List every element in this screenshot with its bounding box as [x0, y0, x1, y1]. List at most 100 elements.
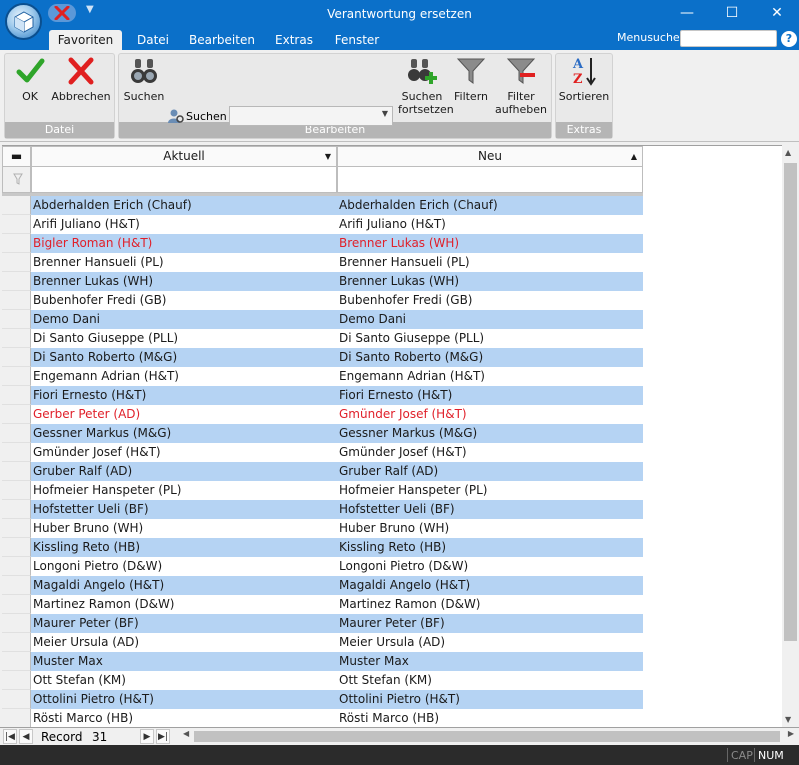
column-header-neu[interactable]: Neu ▲ — [337, 146, 643, 167]
cell-neu[interactable]: Ottolini Pietro (H&T) — [337, 690, 643, 709]
table-row[interactable]: Martinez Ramon (D&W) Martinez Ramon (D&W) — [2, 595, 643, 614]
row-selector[interactable] — [2, 538, 31, 557]
table-row[interactable]: Magaldi Angelo (H&T) Magaldi Angelo (H&T) — [2, 576, 643, 595]
cell-aktuell[interactable]: Demo Dani — [31, 310, 337, 329]
column-header-aktuell[interactable]: Aktuell ▼ — [31, 146, 337, 167]
cell-neu[interactable]: Muster Max — [337, 652, 643, 671]
filter-aufheben-button[interactable]: Filter aufheben — [493, 56, 549, 116]
table-row[interactable]: Gruber Ralf (AD) Gruber Ralf (AD) — [2, 462, 643, 481]
row-selector[interactable] — [2, 443, 31, 462]
cell-aktuell[interactable]: Fiori Ernesto (H&T) — [31, 386, 337, 405]
row-selector[interactable] — [2, 633, 31, 652]
cell-aktuell[interactable]: Arifi Juliano (H&T) — [31, 215, 337, 234]
row-selector-header[interactable]: ▬ — [2, 146, 31, 167]
cell-aktuell[interactable]: Di Santo Giuseppe (PLL) — [31, 329, 337, 348]
vertical-scrollbar[interactable]: ▲ ▼ — [782, 145, 799, 727]
cell-aktuell[interactable]: Gruber Ralf (AD) — [31, 462, 337, 481]
ok-button[interactable]: OK — [12, 56, 48, 103]
row-selector[interactable] — [2, 272, 31, 291]
tab-extras[interactable]: Extras — [270, 30, 318, 50]
table-row[interactable]: Hofmeier Hanspeter (PL) Hofmeier Hanspete… — [2, 481, 643, 500]
horizontal-scrollbar[interactable]: ◀ ▶ — [180, 729, 797, 744]
cell-neu[interactable]: Arifi Juliano (H&T) — [337, 215, 643, 234]
horizontal-scroll-thumb[interactable] — [194, 731, 780, 742]
table-row[interactable]: Hofstetter Ueli (BF) Hofstetter Ueli (BF) — [2, 500, 643, 519]
cell-neu[interactable]: Hofmeier Hanspeter (PL) — [337, 481, 643, 500]
next-record-button[interactable]: ▶ — [140, 729, 154, 744]
row-selector[interactable] — [2, 196, 31, 215]
maximize-button[interactable]: ☐ — [709, 0, 755, 28]
row-selector[interactable] — [2, 690, 31, 709]
row-selector[interactable] — [2, 671, 31, 690]
menusuche-input[interactable] — [680, 30, 777, 47]
cell-aktuell[interactable]: Maurer Peter (BF) — [31, 614, 337, 633]
cell-aktuell[interactable]: Muster Max — [31, 652, 337, 671]
table-row[interactable]: Brenner Lukas (WH) Brenner Lukas (WH) — [2, 272, 643, 291]
row-selector[interactable] — [2, 652, 31, 671]
table-row[interactable]: Ottolini Pietro (H&T) Ottolini Pietro (H&… — [2, 690, 643, 709]
row-selector[interactable] — [2, 519, 31, 538]
cell-neu[interactable]: Huber Bruno (WH) — [337, 519, 643, 538]
cell-aktuell[interactable]: Kissling Reto (HB) — [31, 538, 337, 557]
cell-neu[interactable]: Brenner Hansueli (PL) — [337, 253, 643, 272]
cell-neu[interactable]: Fiori Ernesto (H&T) — [337, 386, 643, 405]
cell-neu[interactable]: Gmünder Josef (H&T) — [337, 405, 643, 424]
cell-aktuell[interactable]: Rösti Marco (HB) — [31, 709, 337, 728]
close-button[interactable]: ✕ — [754, 0, 799, 28]
scroll-down-icon[interactable]: ▼ — [785, 715, 791, 724]
table-row[interactable]: Gmünder Josef (H&T) Gmünder Josef (H&T) — [2, 443, 643, 462]
cell-aktuell[interactable]: Bubenhofer Fredi (GB) — [31, 291, 337, 310]
row-selector[interactable] — [2, 253, 31, 272]
cell-neu[interactable]: Rösti Marco (HB) — [337, 709, 643, 728]
table-row[interactable]: Maurer Peter (BF) Maurer Peter (BF) — [2, 614, 643, 633]
table-row[interactable]: Muster Max Muster Max — [2, 652, 643, 671]
cell-aktuell[interactable]: Huber Bruno (WH) — [31, 519, 337, 538]
table-row[interactable]: Fiori Ernesto (H&T) Fiori Ernesto (H&T) — [2, 386, 643, 405]
row-selector[interactable] — [2, 215, 31, 234]
cell-aktuell[interactable]: Brenner Lukas (WH) — [31, 272, 337, 291]
tab-favoriten[interactable]: Favoriten — [49, 30, 122, 50]
row-selector[interactable] — [2, 291, 31, 310]
tab-bearbeiten[interactable]: Bearbeiten — [187, 30, 257, 50]
row-selector[interactable] — [2, 310, 31, 329]
cell-aktuell[interactable]: Meier Ursula (AD) — [31, 633, 337, 652]
abbrechen-button[interactable]: Abbrechen — [50, 56, 112, 103]
cell-aktuell[interactable]: Gmünder Josef (H&T) — [31, 443, 337, 462]
cell-aktuell[interactable]: Brenner Hansueli (PL) — [31, 253, 337, 272]
sortieren-button[interactable]: A Z Sortieren — [558, 56, 610, 103]
record-number[interactable]: 31 — [92, 730, 107, 744]
table-row[interactable]: Rösti Marco (HB) Rösti Marco (HB) — [2, 709, 643, 728]
cell-aktuell[interactable]: Engemann Adrian (H&T) — [31, 367, 337, 386]
cell-neu[interactable]: Kissling Reto (HB) — [337, 538, 643, 557]
cell-neu[interactable]: Ott Stefan (KM) — [337, 671, 643, 690]
row-selector[interactable] — [2, 709, 31, 728]
cell-aktuell[interactable]: Martinez Ramon (D&W) — [31, 595, 337, 614]
cell-neu[interactable]: Brenner Lukas (WH) — [337, 234, 643, 253]
table-row[interactable]: Arifi Juliano (H&T) Arifi Juliano (H&T) — [2, 215, 643, 234]
minimize-button[interactable]: — — [664, 0, 710, 28]
help-icon[interactable]: ? — [781, 31, 797, 47]
table-row[interactable]: Gessner Markus (M&G) Gessner Markus (M&G) — [2, 424, 643, 443]
cell-neu[interactable]: Engemann Adrian (H&T) — [337, 367, 643, 386]
row-selector[interactable] — [2, 576, 31, 595]
vertical-scroll-thumb[interactable] — [784, 163, 797, 641]
row-selector[interactable] — [2, 424, 31, 443]
cell-aktuell[interactable]: Bigler Roman (H&T) — [31, 234, 337, 253]
tab-fenster[interactable]: Fenster — [330, 30, 384, 50]
cell-neu[interactable]: Magaldi Angelo (H&T) — [337, 576, 643, 595]
row-selector[interactable] — [2, 234, 31, 253]
tab-datei[interactable]: Datei — [131, 30, 175, 50]
row-selector[interactable] — [2, 481, 31, 500]
row-selector[interactable] — [2, 557, 31, 576]
table-row[interactable]: Kissling Reto (HB) Kissling Reto (HB) — [2, 538, 643, 557]
row-selector[interactable] — [2, 614, 31, 633]
table-row[interactable]: Ott Stefan (KM) Ott Stefan (KM) — [2, 671, 643, 690]
suchen-fortsetzen-button[interactable]: Suchen fortsetzen — [398, 56, 454, 116]
cell-neu[interactable]: Bubenhofer Fredi (GB) — [337, 291, 643, 310]
application-menu-button[interactable] — [5, 3, 42, 40]
cell-neu[interactable]: Di Santo Giuseppe (PLL) — [337, 329, 643, 348]
cell-neu[interactable]: Di Santo Roberto (M&G) — [337, 348, 643, 367]
cell-neu[interactable]: Meier Ursula (AD) — [337, 633, 643, 652]
cell-neu[interactable]: Gessner Markus (M&G) — [337, 424, 643, 443]
cell-aktuell[interactable]: Magaldi Angelo (H&T) — [31, 576, 337, 595]
